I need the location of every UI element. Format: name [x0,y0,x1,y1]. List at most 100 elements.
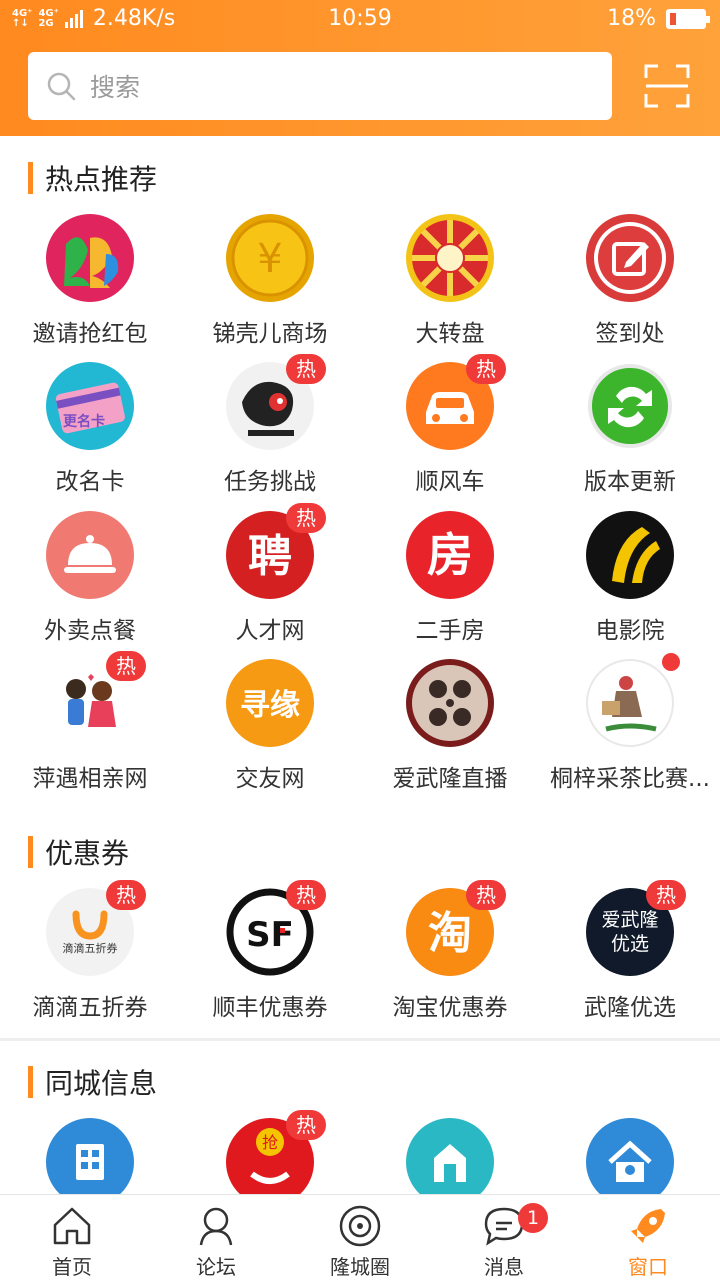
svg-text:¥: ¥ [257,236,282,282]
grid-item-recruit[interactable]: 聘 热 人才网 [180,503,360,645]
section-divider [0,1038,720,1041]
hot-badge: 热 [106,880,146,910]
grid-item-label: 任务挑战 [224,469,316,495]
svg-text:淘: 淘 [428,908,472,959]
grid-item-mall[interactable]: ¥ 锑壳儿商场 [180,214,360,348]
house-icon: 房 [406,511,494,599]
tab-label: 首页 [52,1255,92,1279]
grid-item-house[interactable]: 房 二手房 [360,511,540,645]
scan-icon[interactable] [644,64,690,108]
grid-item-taobao[interactable]: 淘 热 淘宝优惠券 [360,880,540,1022]
grid-item-label: 电影院 [595,618,665,644]
app-screen: 4G⁺ ↑↓ 4G⁺ 2G 2.48K/s 10:59 18% 搜索 热点推荐 … [0,0,720,1280]
grid-item-label: 邀请抢红包 [32,321,148,347]
grid-item-location-home[interactable] [540,1118,720,1206]
grid-item-label: 版本更新 [584,469,676,495]
grid-item-label: 改名卡 [55,469,125,495]
hot-badge: 热 [646,880,686,910]
gold-coin-icon: ¥ [226,214,314,302]
battery-percent: 18% [607,6,656,31]
status-bar: 4G⁺ ↑↓ 4G⁺ 2G 2.48K/s 10:59 18% [0,0,720,40]
grid-item-label: 爱武隆直播 [392,766,508,792]
tab-forum[interactable]: 论坛 [144,1195,288,1280]
live-icon [406,659,494,747]
grid-item-friends[interactable]: 寻缘 交友网 [180,659,360,793]
grid-item-label: 外卖点餐 [44,618,136,644]
grid-item-food[interactable]: 外卖点餐 [0,511,180,645]
circle-icon [339,1205,381,1247]
grid-item-didi[interactable]: 滴滴五折券 热 滴滴五折券 [0,880,180,1022]
grid-item-building[interactable] [0,1118,180,1206]
forum-icon [199,1207,233,1246]
svg-text:更名卡: 更名卡 [63,413,105,430]
svg-text:抢: 抢 [262,1133,278,1152]
cinema-icon [586,511,674,599]
food-icon [46,511,134,599]
building-icon [46,1118,134,1206]
unread-count-badge: 1 [518,1203,548,1233]
svg-text:房: 房 [427,528,473,582]
tab-label: 隆城圈 [330,1255,390,1279]
grid-item-carpool[interactable]: 热 顺风车 [360,354,540,496]
grid-item-label: 萍遇相亲网 [32,766,148,792]
tab-label: 消息 [484,1255,524,1279]
sf-icon: SF 热 [226,880,326,976]
grid-item-label: 滴滴五折券 [32,995,148,1021]
tab-messages[interactable]: 消息 1 [432,1195,576,1280]
grid-item-checkin[interactable]: 签到处 [540,214,720,348]
grid-item-label: 顺丰优惠券 [212,995,328,1021]
car-icon: 热 [406,354,506,450]
grid-item-label: 桐梓采茶比赛... [550,766,710,792]
svg-text:聘: 聘 [248,531,292,582]
grid-item-label: 交友网 [235,766,305,792]
grid-item-invite[interactable]: 邀请抢红包 [0,214,180,348]
battery-icon [666,8,710,29]
grid-item-label: 签到处 [595,321,665,347]
notification-dot [662,653,680,671]
hot-badge: 热 [286,354,326,384]
grid-item-label: 淘宝优惠券 [392,995,508,1021]
grid-item-cinema[interactable]: 电影院 [540,511,720,645]
tab-circle[interactable]: 隆城圈 [288,1195,432,1280]
grid-item-live[interactable]: 爱武隆直播 [360,659,540,793]
grid-item-label: 二手房 [415,618,485,644]
grid-item-label: 大转盘 [415,321,485,347]
grid-item-label: 锑壳儿商场 [212,321,328,347]
update-icon [586,362,674,450]
grid-item-sf[interactable]: SF 热 顺丰优惠券 [180,880,360,1022]
grid-item-tea[interactable]: 桐梓采茶比赛... [540,653,720,793]
rename-card-icon: 更名卡 [46,362,134,450]
grid-item-dating[interactable]: 热 萍遇相亲网 [0,651,180,793]
grid-item-wheel[interactable]: 大转盘 [360,214,540,348]
hot-badge: 热 [466,880,506,910]
grid-item-rename-card[interactable]: 更名卡 改名卡 [0,362,180,496]
grid-item-label: 武隆优选 [584,995,676,1021]
search-placeholder: 搜索 [90,73,141,102]
tea-icon [586,653,680,747]
invite-icon [46,214,134,302]
grid-item-update[interactable]: 版本更新 [540,362,720,496]
friends-icon: 寻缘 [226,659,314,747]
tab-home[interactable]: 首页 [0,1195,144,1280]
svg-text:滴滴五折券: 滴滴五折券 [63,941,118,955]
hot-badge: 热 [106,651,146,681]
rocket-icon [631,1209,665,1243]
grab-icon: 抢 热 [226,1110,326,1206]
hot-badge: 热 [286,503,326,533]
taobao-icon: 淘 热 [406,880,506,976]
grid-item-home-door[interactable] [360,1118,540,1206]
grid-item-task[interactable]: 热 任务挑战 [180,354,360,496]
section-title-hot: 热点推荐 [28,160,157,196]
home-icon [53,1207,91,1245]
wheel-icon [406,214,494,302]
didi-icon: 滴滴五折券 热 [46,880,146,976]
search-bar[interactable]: 搜索 [28,52,612,120]
grid-item-wulong[interactable]: 爱武隆 优选 热 武隆优选 [540,880,720,1022]
tab-window[interactable]: 窗口 [576,1195,720,1280]
location-home-icon [586,1118,674,1206]
section-title-local: 同城信息 [28,1064,157,1100]
tab-label: 论坛 [196,1255,236,1279]
header: 4G⁺ ↑↓ 4G⁺ 2G 2.48K/s 10:59 18% 搜索 [0,0,720,136]
hot-badge: 热 [286,1110,326,1140]
grid-item-grab[interactable]: 抢 热 [180,1110,360,1206]
